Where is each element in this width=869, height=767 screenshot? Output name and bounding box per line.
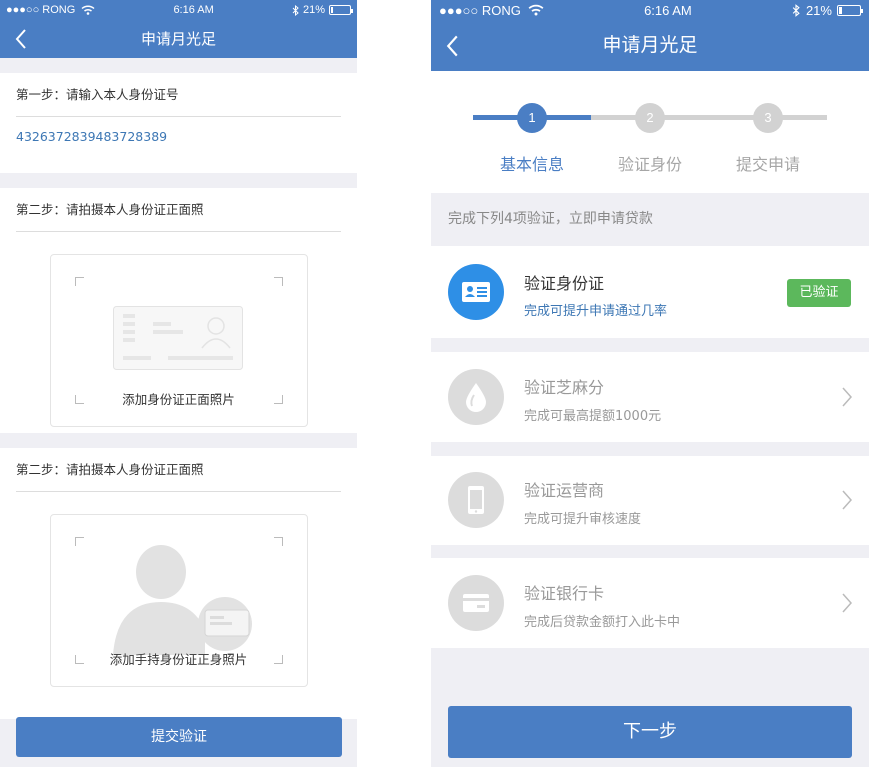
step-3-indicator: 3: [753, 103, 783, 133]
verify-id-card-item[interactable]: 验证身份证 完成可提升申请通过几率 已验证: [431, 246, 869, 338]
id-front-upload[interactable]: 添加身份证正面照片: [49, 254, 308, 427]
nav-bar: ●●●○○ RONG 6:16 AM 21% 申请月光足: [431, 0, 869, 71]
battery-percent: 21%: [302, 4, 325, 16]
step3-label: 第二步：请拍摄本人身份证正面照: [16, 448, 341, 492]
status-bar: ●●●○○ RONG 6:16 AM 21%: [431, 0, 869, 20]
battery-icon: [328, 5, 353, 15]
page-title: 申请月光足: [602, 34, 698, 56]
title-bar: 申请月光足: [431, 20, 869, 71]
id-card-placeholder-icon: [112, 306, 243, 370]
step2-label: 第二步：请拍摄本人身份证正面照: [16, 188, 341, 232]
bluetooth-icon: [792, 3, 800, 17]
hand-held-upload[interactable]: 添加手持身份证正身照片: [49, 514, 308, 687]
step-1-label: 基本信息: [499, 155, 564, 174]
step-1-indicator: 1: [517, 103, 547, 133]
back-arrow-icon[interactable]: [14, 27, 28, 51]
bluetooth-icon: [292, 4, 299, 16]
carrier-label: ●●●○○ RONG: [439, 2, 521, 18]
chevron-right-icon: [842, 387, 853, 407]
clock: 6:16 AM: [173, 4, 214, 16]
id-card-icon: [448, 264, 504, 320]
verify-carrier-subtitle: 完成可提升审核速度: [524, 512, 642, 527]
carrier-label: ●●●○○ RONG: [6, 4, 76, 16]
phone-icon: [448, 472, 504, 528]
verified-badge: 已验证: [787, 279, 851, 307]
progress-stepper: 1 2 3 基本信息 验证身份 提交申请: [431, 71, 869, 193]
step-2-label: 验证身份: [617, 155, 682, 174]
wifi-icon: [528, 4, 544, 16]
hand-photo-section: 第二步：请拍摄本人身份证正面照 添加手持身份证正身照片: [0, 448, 357, 719]
step-3-label: 提交申请: [735, 155, 800, 174]
verify-bank-card-title: 验证银行卡: [524, 584, 605, 603]
id-number-section: 第一步：请输入本人身份证号 4326372839483728389: [0, 73, 357, 173]
status-bar: ●●●○○ RONG 6:16 AM 21%: [0, 0, 357, 20]
battery-icon: [836, 4, 863, 16]
verify-sesame-subtitle: 完成可最高提额1000元: [524, 409, 662, 424]
sesame-drop-icon: [448, 369, 504, 425]
person-holding-id-icon: [112, 545, 252, 655]
id-photo-section: 第二步：请拍摄本人身份证正面照 添加身份证正面照片: [0, 188, 357, 433]
step-line-pending: [591, 115, 827, 120]
step1-label: 第一步：请输入本人身份证号: [16, 73, 341, 117]
verify-sesame-item[interactable]: 验证芝麻分 完成可最高提额1000元: [431, 352, 869, 442]
bank-card-icon: [448, 575, 504, 631]
right-screen: ●●●○○ RONG 6:16 AM 21% 申请月光足 1 2 3 基本信息 …: [431, 0, 869, 767]
wifi-icon: [81, 5, 95, 15]
verification-hint: 完成下列4项验证，立即申请贷款: [431, 193, 869, 245]
chevron-right-icon: [842, 490, 853, 510]
next-step-button[interactable]: 下一步: [448, 706, 852, 758]
verify-id-card-title: 验证身份证: [524, 274, 605, 293]
step-2-indicator: 2: [635, 103, 665, 133]
id-front-upload-label: 添加身份证正面照片: [122, 392, 235, 407]
submit-verification-button[interactable]: 提交验证: [16, 717, 342, 757]
verify-id-card-subtitle: 完成可提升申请通过几率: [524, 304, 668, 319]
verify-carrier-title: 验证运营商: [524, 481, 605, 500]
left-screen: ●●●○○ RONG 6:16 AM 21% 申请月光足 第一步：请输入本人身份…: [0, 0, 357, 767]
verify-bank-card-item[interactable]: 验证银行卡 完成后贷款金额打入此卡中: [431, 558, 869, 648]
id-number-input[interactable]: 4326372839483728389: [16, 117, 341, 157]
title-bar: 申请月光足: [0, 20, 357, 58]
nav-bar: ●●●○○ RONG 6:16 AM 21% 申请月光足: [0, 0, 357, 58]
back-arrow-icon[interactable]: [445, 33, 460, 59]
page-title: 申请月光足: [140, 30, 216, 48]
clock: 6:16 AM: [644, 2, 692, 18]
hand-held-upload-label: 添加手持身份证正身照片: [109, 652, 248, 667]
verify-sesame-title: 验证芝麻分: [524, 378, 605, 397]
battery-percent: 21%: [805, 2, 832, 18]
verify-carrier-item[interactable]: 验证运营商 完成可提升审核速度: [431, 456, 869, 545]
verify-bank-card-subtitle: 完成后贷款金额打入此卡中: [524, 615, 681, 630]
chevron-right-icon: [842, 593, 853, 613]
